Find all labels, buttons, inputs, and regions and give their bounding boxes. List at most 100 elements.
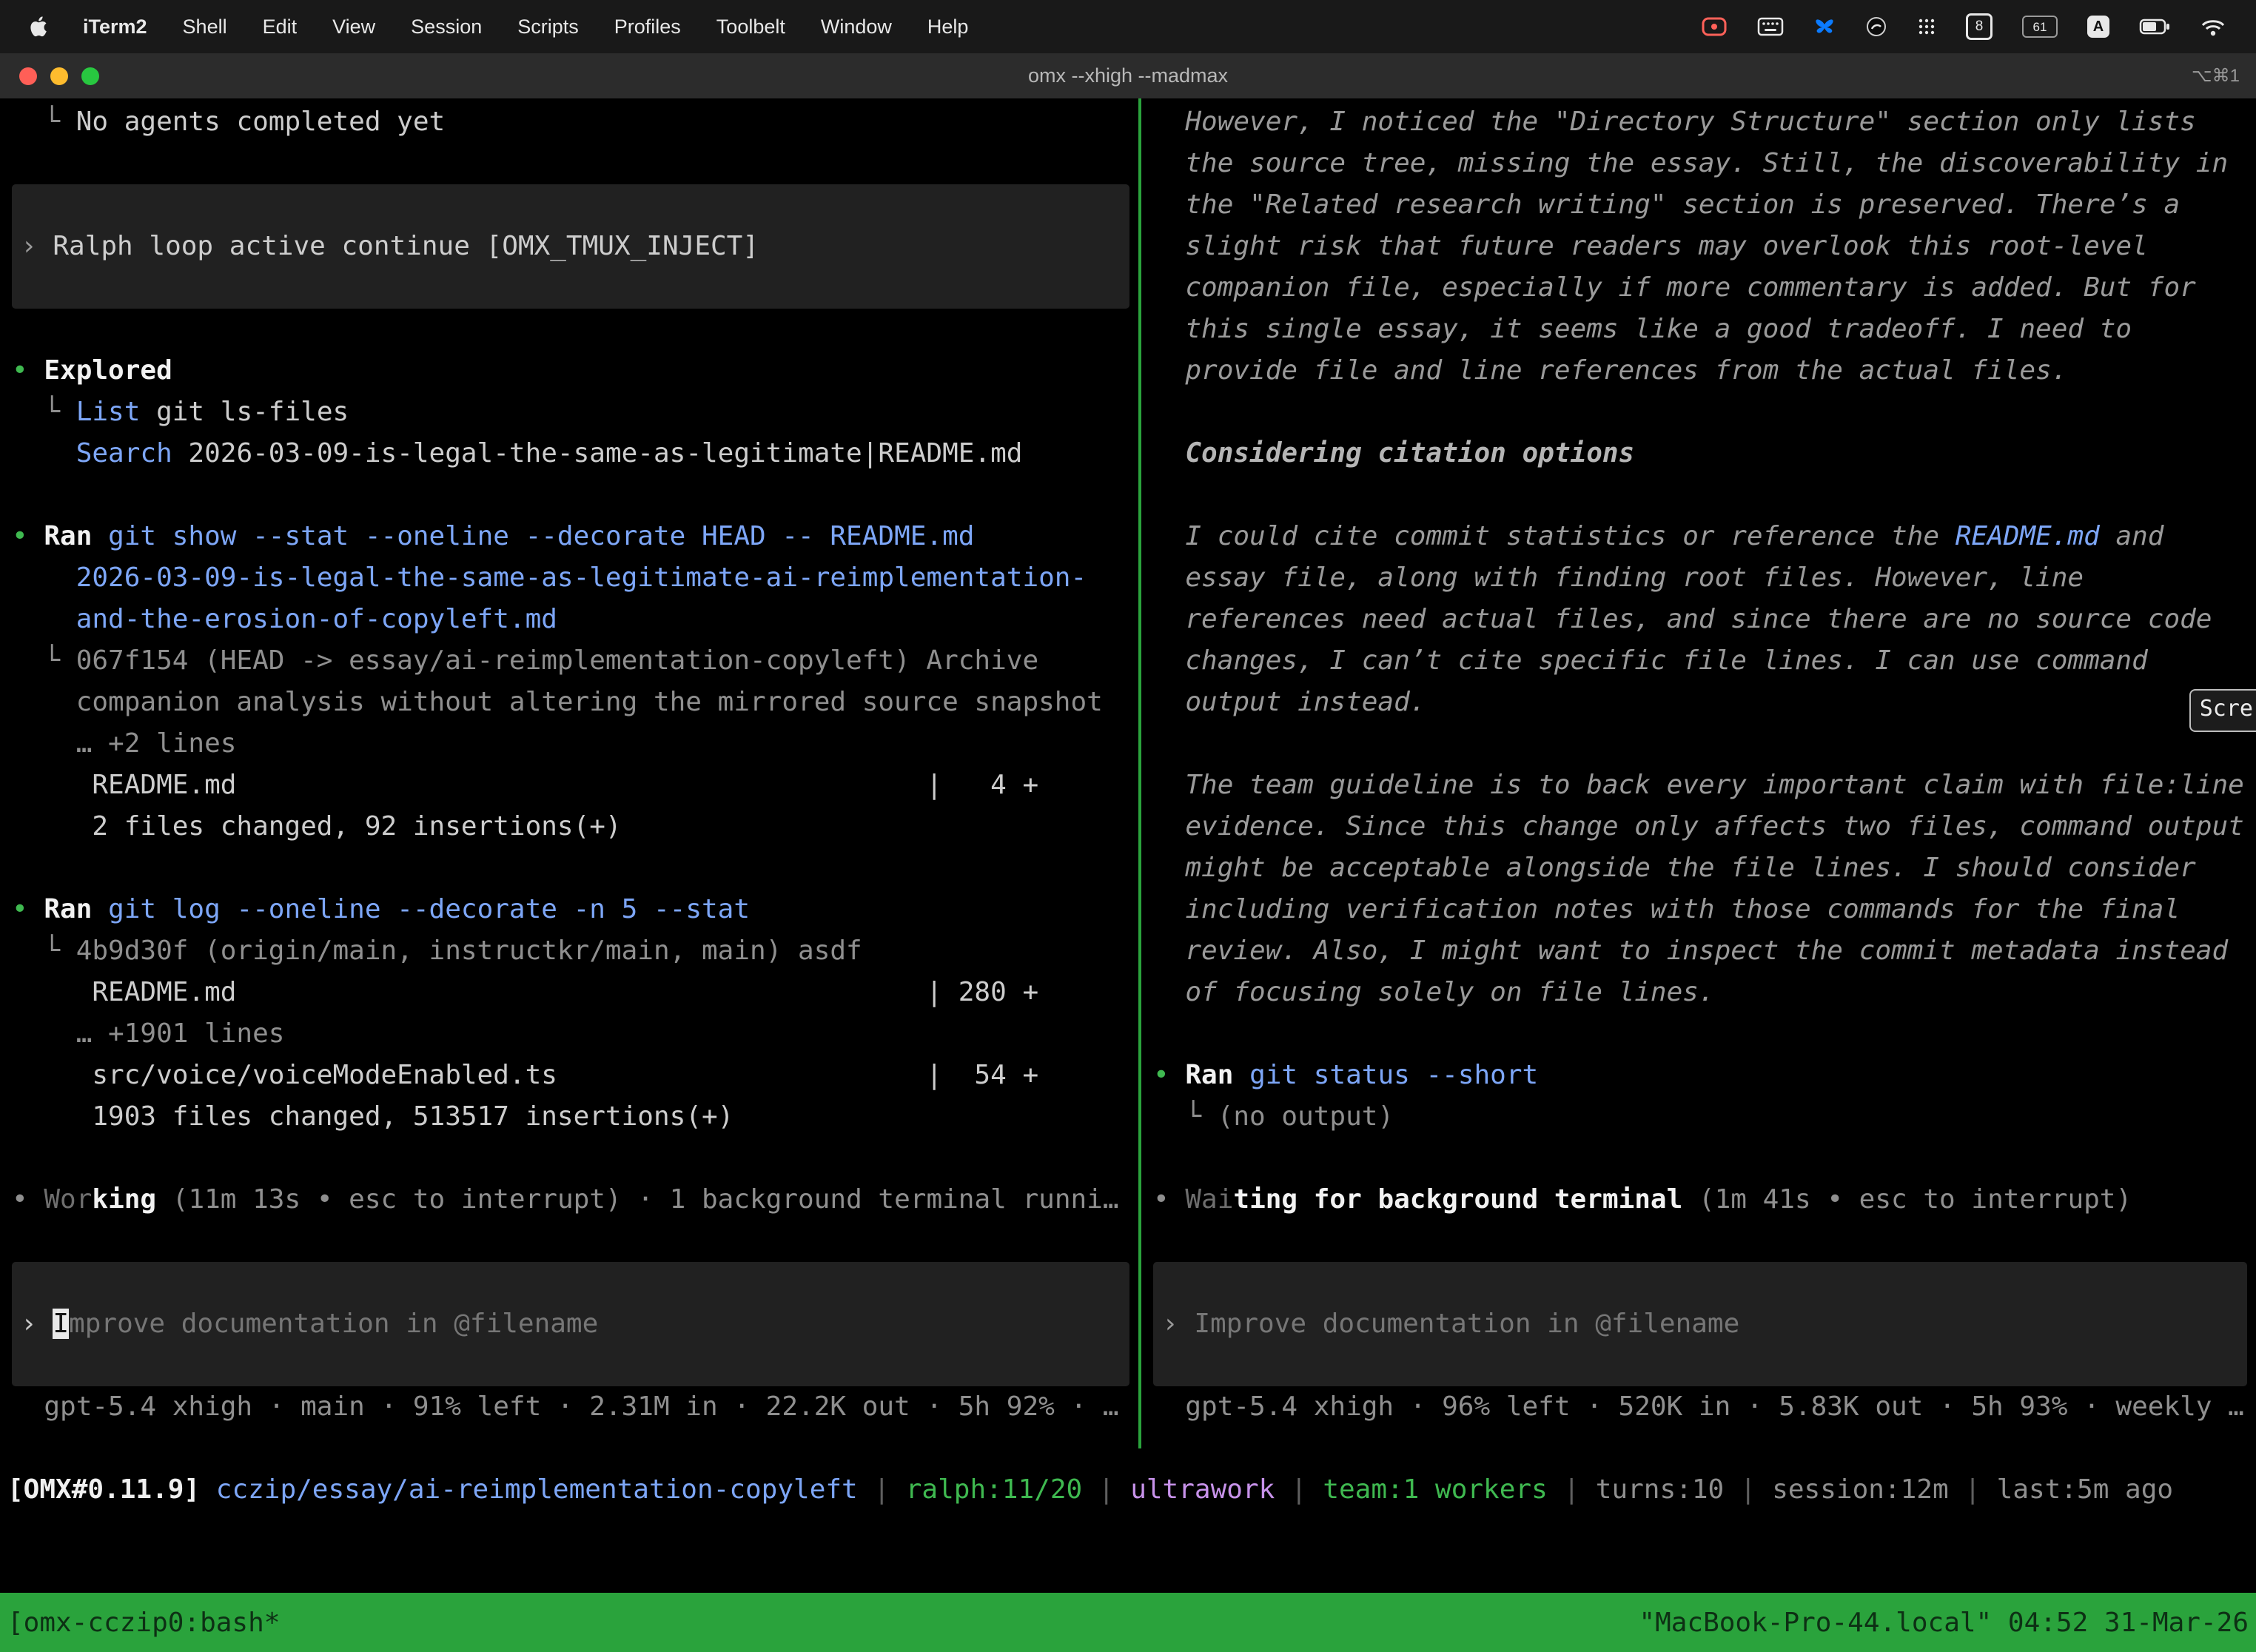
- file-reference-link[interactable]: README.md: [1955, 521, 2100, 551]
- close-button[interactable]: [19, 67, 37, 85]
- stats-61-label: 61: [2033, 19, 2047, 36]
- omx-team: team:1 workers: [1323, 1474, 1547, 1505]
- reasoning-text: provide file and line references from th…: [1153, 355, 2067, 386]
- reasoning-text: references need actual files, and since …: [1153, 604, 2212, 634]
- menu-app-name[interactable]: iTerm2: [83, 16, 147, 38]
- reasoning-line: essay file, along with finding root file…: [1141, 557, 2256, 599]
- input-source-a-icon[interactable]: A: [2087, 16, 2109, 38]
- reasoning-text: companion file, especially if more comme…: [1153, 272, 2196, 303]
- wifi-icon[interactable]: [2200, 16, 2226, 37]
- right-terminal-pane[interactable]: However, I noticed the "Directory Struct…: [1141, 98, 2256, 1448]
- omx-last-activity: last:5m ago: [1997, 1474, 2173, 1505]
- reasoning-line: companion file, especially if more comme…: [1141, 267, 2256, 309]
- separator: |: [1275, 1474, 1323, 1505]
- separator: |: [1949, 1474, 1997, 1505]
- working-shimmer-dim: Wor: [44, 1184, 92, 1215]
- menu-item-view[interactable]: View: [332, 16, 375, 38]
- menu-item-toolbelt[interactable]: Toolbelt: [716, 16, 785, 38]
- omx-branch: cczip/essay/ai-reimplementation-copyleft: [216, 1474, 858, 1505]
- truncation-note: … +2 lines: [12, 728, 236, 759]
- prompt-input-right[interactable]: › Improve documentation in @filename: [1153, 1262, 2247, 1386]
- command-output-line: … +1901 lines: [0, 1013, 1138, 1055]
- reasoning-text: including verification notes with those …: [1153, 894, 2180, 924]
- tmux-session-window[interactable]: [omx-cczip0:bash*: [7, 1608, 280, 1638]
- diffstat-text: README.md | 280 +: [12, 977, 1038, 1007]
- reasoning-text: and: [2100, 521, 2164, 551]
- left-terminal-pane[interactable]: └ No agents completed yet › Ralph loop a…: [0, 98, 1138, 1448]
- command-output-line: └ 4b9d30f (origin/main, instructkr/main,…: [0, 930, 1138, 972]
- reasoning-text: output instead.: [1153, 687, 1426, 717]
- tree-connector: └: [12, 397, 76, 427]
- omx-session-time: session:12m: [1772, 1474, 1948, 1505]
- menu-item-help[interactable]: Help: [927, 16, 969, 38]
- bullet-icon: •: [1153, 1184, 1185, 1215]
- zoom-button[interactable]: [81, 67, 99, 85]
- reasoning-line: of focusing solely on file lines.: [1141, 972, 2256, 1013]
- stats-61-icon[interactable]: 61: [2022, 16, 2058, 38]
- command-arg-line: 2026-03-09-is-legal-the-same-as-legitima…: [0, 557, 1138, 599]
- reasoning-text: the source tree, missing the essay. Stil…: [1153, 148, 2228, 178]
- bluesky-icon[interactable]: [1813, 17, 1836, 36]
- dots-grid-icon[interactable]: [1917, 17, 1936, 36]
- tool-args: 2026-03-09-is-legal-the-same-as-legitima…: [172, 438, 1023, 469]
- key-8-label: 8: [1975, 17, 1984, 36]
- omx-ralph-counter: ralph:11/20: [906, 1474, 1082, 1505]
- session-status-line: gpt-5.4 xhigh · main · 91% left · 2.31M …: [0, 1386, 1138, 1428]
- command-text: git show --stat --oneline --decorate HEA…: [92, 521, 974, 551]
- menu-item-profiles[interactable]: Profiles: [614, 16, 681, 38]
- indent: [12, 438, 76, 469]
- reasoning-text: evidence. Since this change only affects…: [1153, 811, 2244, 842]
- agents-status-text: No agents completed yet: [76, 107, 446, 137]
- diffstat-text: 2 files changed, 92 insertions(+): [12, 811, 622, 842]
- waiting-detail: (1m 41s • esc to interrupt): [1682, 1184, 2132, 1215]
- explored-header-line: • Explored: [0, 350, 1138, 392]
- command-arg: and-the-erosion-of-copyleft.md: [12, 604, 557, 634]
- working-status-line: • Working (11m 13s • esc to interrupt) ·…: [0, 1179, 1138, 1220]
- window-title-bar[interactable]: omx --xhigh --madmax ⌥⌘1: [0, 53, 2256, 98]
- screen-recording-icon[interactable]: [1701, 16, 1728, 37]
- screen-edge-overlay: Scre: [2189, 689, 2256, 732]
- window-title: omx --xhigh --madmax: [1028, 64, 1228, 87]
- tmux-status-bar: [omx-cczip0:bash*"MacBook-Pro-44.local" …: [0, 1593, 2256, 1652]
- bullet-icon: •: [12, 894, 44, 924]
- key-8-icon[interactable]: 8: [1966, 13, 1993, 40]
- diffstat-text: src/voice/voiceModeEnabled.ts | 54 +: [12, 1060, 1038, 1090]
- prompt-chevron: ›: [1162, 1309, 1194, 1339]
- reasoning-heading: Considering citation options: [1141, 433, 2256, 474]
- command-output-line: companion analysis without altering the …: [0, 682, 1138, 723]
- reasoning-text: changes, I can’t cite specific file line…: [1153, 645, 2148, 676]
- diffstat-line: src/voice/voiceModeEnabled.ts | 54 +: [0, 1055, 1138, 1096]
- menu-item-session[interactable]: Session: [411, 16, 482, 38]
- commit-summary: companion analysis without altering the …: [12, 687, 1103, 717]
- ran-git-log-line: • Ran git log --oneline --decorate -n 5 …: [0, 889, 1138, 930]
- reasoning-line: changes, I can’t cite specific file line…: [1141, 640, 2256, 682]
- prompt-input-left[interactable]: › Improve documentation in @filename: [12, 1262, 1129, 1386]
- menu-item-shell[interactable]: Shell: [183, 16, 227, 38]
- separator: |: [1082, 1474, 1130, 1505]
- reasoning-text: slight risk that future readers may over…: [1153, 231, 2148, 261]
- apple-logo-icon[interactable]: [30, 16, 47, 37]
- desktop: iTerm2 Shell Edit View Session Scripts P…: [0, 0, 2256, 1652]
- reasoning-text: of focusing solely on file lines.: [1153, 977, 1715, 1007]
- commit-summary: └ 067f154 (HEAD -> essay/ai-reimplementa…: [12, 645, 1038, 676]
- prompt-chevron: ›: [21, 231, 53, 261]
- diffstat-line: README.md | 4 +: [0, 765, 1138, 806]
- prompt-placeholder: mprove documentation in @filename: [69, 1309, 598, 1339]
- ran-label: Ran: [44, 521, 92, 551]
- prompt-placeholder: Improve documentation in @filename: [1194, 1309, 1739, 1339]
- waiting-status-line: • Waiting for background terminal (1m 41…: [1141, 1179, 2256, 1220]
- menu-item-edit[interactable]: Edit: [263, 16, 298, 38]
- battery-icon[interactable]: [2139, 17, 2170, 36]
- minimize-button[interactable]: [50, 67, 68, 85]
- command-output-line: └ (no output): [1141, 1096, 2256, 1138]
- tool-call-list-line: └ List git ls-files: [0, 392, 1138, 433]
- reasoning-text: The team guideline is to back every impo…: [1153, 770, 2244, 800]
- menu-item-scripts[interactable]: Scripts: [517, 16, 579, 38]
- reasoning-line: this single essay, it seems like a good …: [1141, 309, 2256, 350]
- assistant-app-icon[interactable]: [1865, 16, 1887, 38]
- bullet-icon: •: [12, 521, 44, 551]
- menu-item-window[interactable]: Window: [821, 16, 892, 38]
- tool-call-search-line: Search 2026-03-09-is-legal-the-same-as-l…: [0, 433, 1138, 474]
- reasoning-text: this single essay, it seems like a good …: [1153, 314, 2132, 344]
- keyboard-icon[interactable]: [1757, 17, 1784, 36]
